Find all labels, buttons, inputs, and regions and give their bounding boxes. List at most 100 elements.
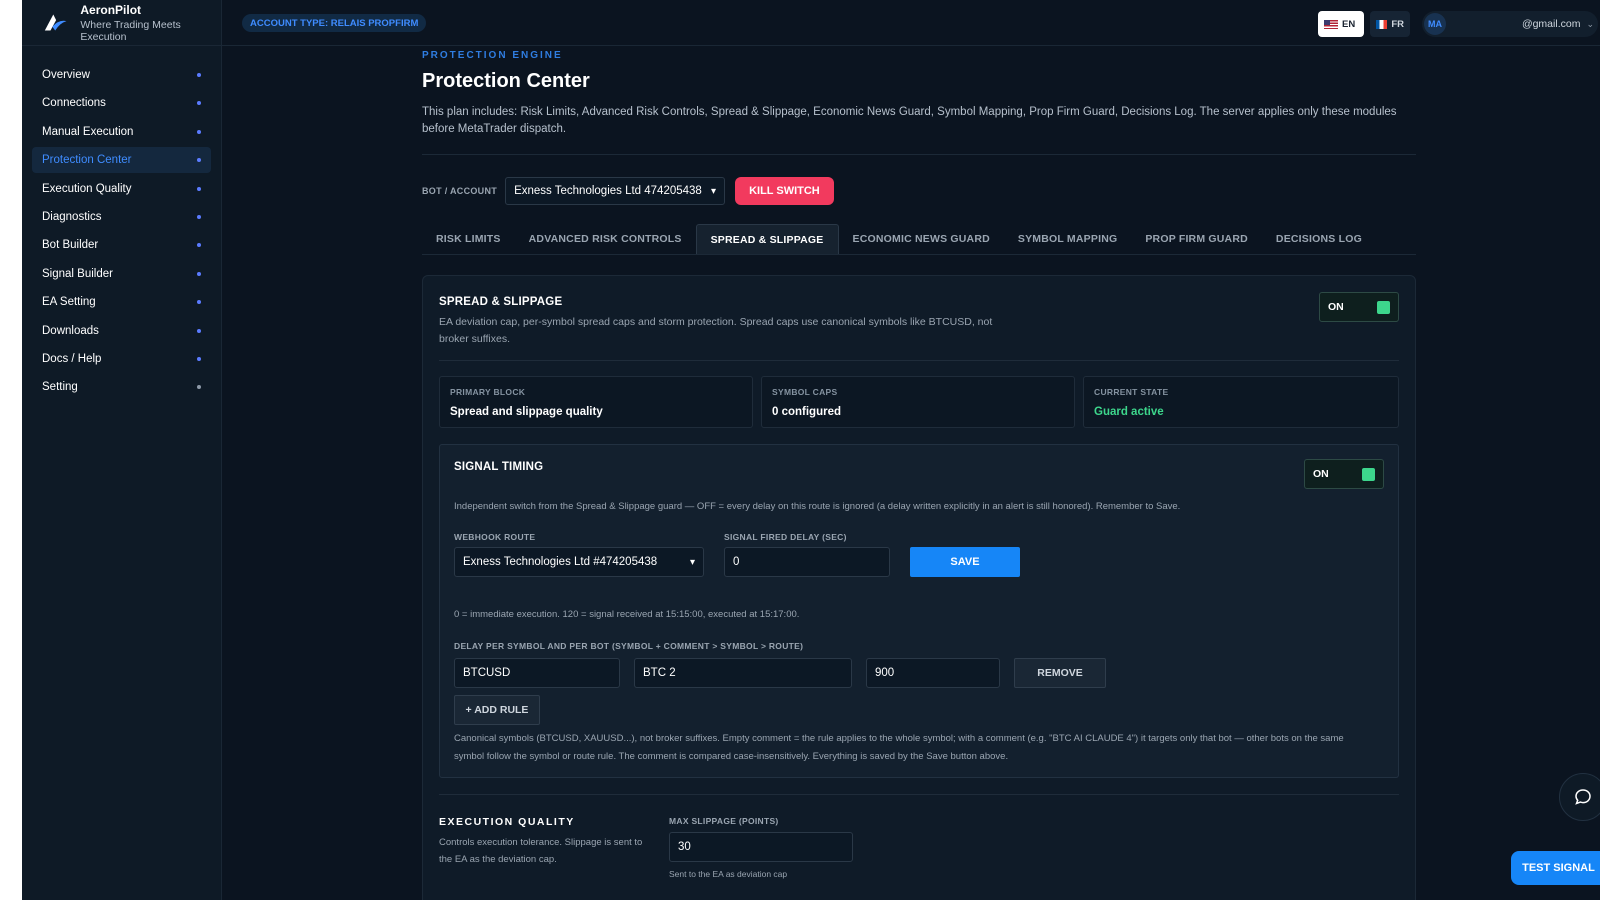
aeronpilot-logo-icon [44,14,67,31]
sidebar-nav: Overview Connections Manual Execution Pr… [22,46,221,400]
sidebar-item-connections[interactable]: Connections [32,90,211,116]
max-slippage-value: 30 [678,841,691,853]
sidebar-item-label: Protection Center [42,154,132,167]
bot-account-select[interactable]: Exness Technologies Ltd 474205438 ▾ [505,177,726,205]
max-slippage-input[interactable]: 30 [669,832,853,862]
protection-tabs: RISK LIMITS ADVANCED RISK CONTROLS SPREA… [422,224,1416,255]
tab-prop-firm-guard[interactable]: PROP FIRM GUARD [1131,224,1262,254]
user-email: @gmail.com [1521,18,1581,30]
nav-dot-icon [197,158,201,163]
webhook-route-select[interactable]: Exness Technologies Ltd #474205438 ▾ [454,547,704,577]
rule-comment-input[interactable]: BTC 2 [634,658,852,688]
nav-dot-icon [197,385,201,390]
kill-switch-button[interactable]: KILL SWITCH [735,177,834,205]
sidebar-item-signal-builder[interactable]: Signal Builder [32,261,211,287]
sidebar-item-label: Bot Builder [42,239,99,252]
bot-account-row: BOT / ACCOUNT Exness Technologies Ltd 47… [422,176,834,206]
stat-current-state: CURRENT STATE Guard active [1083,376,1399,428]
bot-account-label: BOT / ACCOUNT [422,186,498,196]
delay-hint: 0 = immediate execution. 120 = signal re… [454,609,800,620]
tab-symbol-mapping[interactable]: SYMBOL MAPPING [1004,224,1131,254]
sidebar-item-ea-setting[interactable]: EA Setting [32,289,211,315]
execution-quality-description: Controls execution tolerance. Slippage i… [439,837,643,865]
nav-dot-icon [197,129,201,134]
nav-dot-icon [197,356,201,361]
tab-economic-news-guard[interactable]: ECONOMIC NEWS GUARD [839,224,1004,254]
sidebar-item-label: Overview [42,69,90,81]
tab-spread-slippage[interactable]: SPREAD & SLIPPAGE [695,224,839,254]
app-name: AeronPilot [80,2,142,17]
divider [422,154,1416,155]
toggle-indicator [1362,467,1375,481]
nav-dot-icon [197,73,201,77]
spread-slippage-toggle[interactable]: ON [1319,292,1399,322]
max-slippage-label: MAX SLIPPAGE (POINTS) [669,816,779,826]
nav-dot-icon [197,328,201,333]
remove-rule-button[interactable]: REMOVE [1014,658,1106,688]
signal-timing-toggle[interactable]: ON [1304,459,1384,489]
spread-slippage-description: EA deviation cap, per-symbol spread caps… [439,316,993,345]
sidebar-item-diagnostics[interactable]: Diagnostics [32,204,211,230]
sidebar-item-execution-quality[interactable]: Execution Quality [32,176,211,202]
webhook-route-value: Exness Technologies Ltd #474205438 [463,556,658,568]
signal-timing-description: Independent switch from the Spread & Sli… [454,501,1181,512]
test-signal-button[interactable]: TEST SIGNAL [1511,851,1600,885]
sidebar-item-docs-help[interactable]: Docs / Help [32,346,211,372]
sidebar-item-overview[interactable]: Overview [32,62,211,88]
page-title: Protection Center [422,70,590,92]
main-content: PROTECTION ENGINE Protection Center This… [422,46,1416,900]
sidebar-item-downloads[interactable]: Downloads [32,318,211,344]
spread-slippage-panel: SPREAD & SLIPPAGE EA deviation cap, per-… [422,275,1416,900]
tab-advanced-risk-controls[interactable]: ADVANCED RISK CONTROLS [515,224,696,254]
rule-symbol-input[interactable]: BTCUSD [454,658,620,688]
chevron-down-icon: ⌄ [1586,18,1594,29]
signal-delay-input[interactable]: 0 [724,547,890,577]
chevron-down-icon: ▾ [711,185,717,197]
spread-slippage-title: SPREAD & SLIPPAGE [439,296,563,308]
nav-dot-icon [197,271,201,276]
topbar: ACCOUNT TYPE: RELAIS PROPFIRM EN FR MA @… [222,0,1600,46]
stat-value: 0 configured [772,406,842,418]
rule-delay-input[interactable]: 900 [866,658,1000,688]
chat-button[interactable] [1559,773,1600,821]
add-rule-button[interactable]: + ADD RULE [454,695,540,725]
stat-symbol-caps: SYMBOL CAPS 0 configured [761,376,1075,428]
chevron-down-icon: ▾ [689,556,695,568]
stat-label: CURRENT STATE [1094,387,1169,397]
page-description: This plan includes: Risk Limits, Advance… [422,106,1397,135]
fr-flag-icon [1376,19,1388,29]
language-en-button[interactable]: EN [1318,11,1364,37]
webhook-route-label: WEBHOOK ROUTE [454,532,536,542]
save-button[interactable]: SAVE [910,547,1020,577]
delay-rules-label: DELAY PER SYMBOL AND PER BOT (SYMBOL + C… [454,641,804,651]
language-fr-button[interactable]: FR [1370,11,1410,37]
us-flag-icon [1324,19,1338,29]
sidebar: AeronPilot Where Trading Meets Execution… [22,0,222,900]
tab-decisions-log[interactable]: DECISIONS LOG [1262,224,1376,254]
account-type-badge: ACCOUNT TYPE: RELAIS PROPFIRM [242,14,427,32]
sidebar-item-protection-center[interactable]: Protection Center [32,147,211,174]
signal-timing-panel: SIGNAL TIMING ON Independent switch from… [439,444,1399,778]
sidebar-item-manual-execution[interactable]: Manual Execution [32,119,211,145]
signal-delay-label: SIGNAL FIRED DELAY (SEC) [724,532,847,542]
stat-label: PRIMARY BLOCK [450,387,526,397]
sidebar-item-label: Connections [42,97,106,110]
toggle-label: ON [1328,301,1344,313]
bot-account-value: Exness Technologies Ltd 474205438 [514,185,702,197]
sidebar-item-label: Docs / Help [42,352,102,365]
tab-risk-limits[interactable]: RISK LIMITS [422,224,515,254]
sidebar-item-label: Execution Quality [42,182,132,195]
sidebar-item-label: Manual Execution [42,125,134,138]
sidebar-item-bot-builder[interactable]: Bot Builder [32,232,211,258]
stat-primary-block: PRIMARY BLOCK Spread and slippage qualit… [439,376,753,428]
user-menu[interactable]: MA @gmail.com ⌄ [1422,11,1598,37]
sidebar-item-label: Diagnostics [42,210,102,223]
brand: AeronPilot Where Trading Meets Execution [22,0,221,46]
delay-rules-footnote: Canonical symbols (BTCUSD, XAUUSD...), n… [454,733,1344,762]
sidebar-item-setting[interactable]: Setting [32,374,211,400]
toggle-indicator [1377,300,1390,314]
nav-dot-icon [197,101,201,106]
divider [439,794,1399,795]
sidebar-item-label: Setting [42,381,78,394]
stat-value: Guard active [1094,406,1164,418]
